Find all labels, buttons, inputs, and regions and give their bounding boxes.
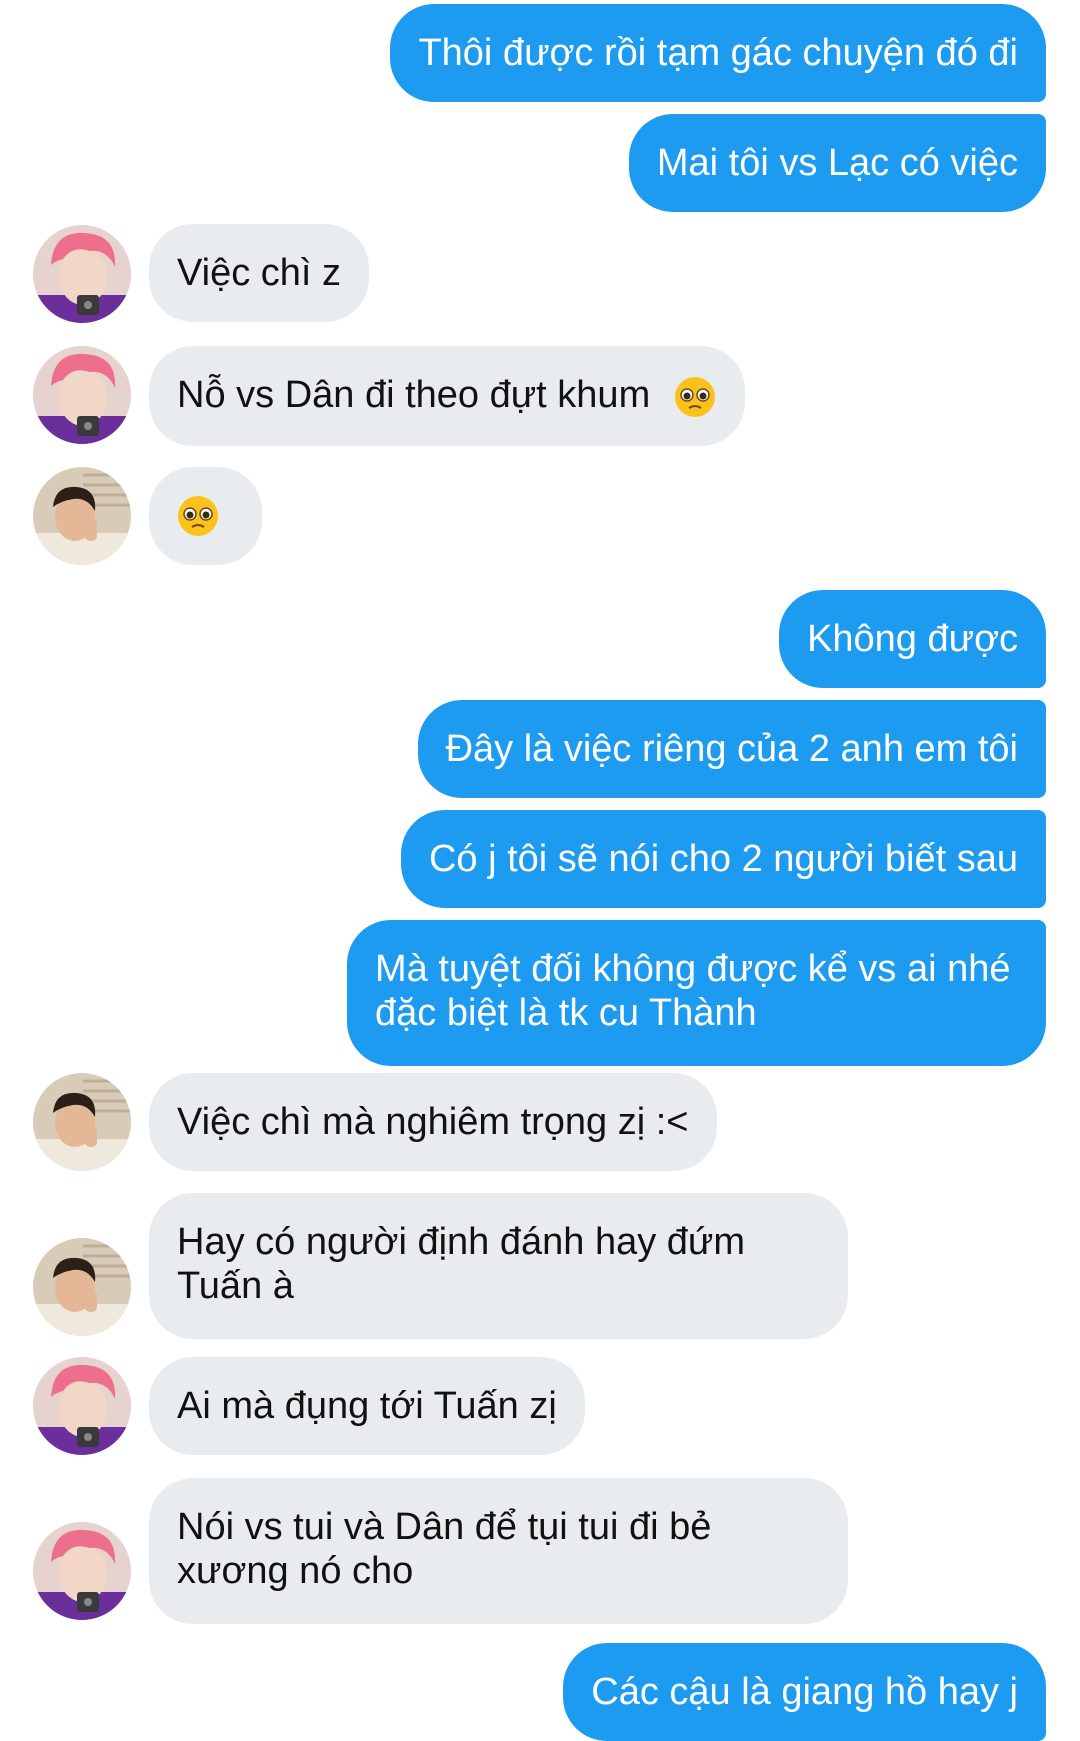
message-text: Các cậu là giang hồ hay j [591, 1671, 1018, 1713]
message-text-line-2: xương nó cho [177, 1550, 414, 1592]
message-bubble-incoming[interactable]: Việc chì mà nghiêm trọng zị :< [149, 1073, 717, 1171]
message-bubble-incoming[interactable]: Nỗ vs Dân đi theo đựt khum [149, 346, 745, 446]
message-text-line-1: Nói vs tui và Dân để tụi tui đi bẻ [177, 1506, 712, 1548]
message-text: Việc chì mà nghiêm trọng zị :< [177, 1101, 689, 1143]
avatar-pink-hair-image [33, 346, 131, 444]
avatar-pink-hair[interactable] [33, 1357, 131, 1455]
message-bubble-outgoing[interactable]: Mai tôi vs Lạc có việc [628, 114, 1046, 212]
avatar-pink-hair-image [33, 225, 131, 323]
message-text: Nỗ vs Dân đi theo đựt khum [177, 374, 651, 416]
message-bubble-outgoing[interactable]: Các cậu là giang hồ hay j [563, 1643, 1046, 1741]
message-bubble-outgoing[interactable]: Đây là việc riêng của 2 anh em tôi [417, 700, 1046, 798]
message-text: Có j tôi sẽ nói cho 2 người biết sau [428, 838, 1018, 880]
message-text: Không được [807, 618, 1018, 660]
avatar-dark-hair[interactable] [33, 467, 131, 565]
message-bubble-incoming[interactable] [149, 467, 262, 565]
message-bubble-incoming[interactable]: Nói vs tui và Dân để tụi tui đi bẻ xương… [149, 1478, 848, 1624]
message-text-line-1: Mà tuyệt đối không được kể vs ai nhé [375, 948, 1011, 990]
message-bubble-outgoing[interactable]: Thôi được rồi tạm gác chuyện đó đi [390, 4, 1046, 102]
message-bubble-outgoing[interactable]: Không được [779, 590, 1046, 688]
chat-thread: Thôi được rồi tạm gác chuyện đó đi Mai t… [0, 0, 1080, 1741]
avatar-pink-hair[interactable] [33, 346, 131, 444]
message-text-line-2: Tuấn à [177, 1265, 294, 1307]
avatar-pink-hair-image [33, 1357, 131, 1455]
message-bubble-incoming[interactable]: Ai mà đụng tới Tuấn zị [149, 1357, 585, 1455]
message-bubble-incoming[interactable]: Hay có người định đánh hay đứm Tuấn à [149, 1193, 848, 1339]
avatar-pink-hair[interactable] [33, 1522, 131, 1620]
pleading-face-emoji-icon [178, 496, 218, 536]
message-bubble-incoming[interactable]: Việc chì z [149, 224, 370, 322]
message-text: Đây là việc riêng của 2 anh em tôi [445, 728, 1018, 770]
message-text: Việc chì z [177, 252, 342, 294]
message-text-line-1: Hay có người định đánh hay đứm [177, 1221, 745, 1263]
avatar-dark-hair[interactable] [33, 1073, 131, 1171]
message-text: Thôi được rồi tạm gác chuyện đó đi [418, 32, 1018, 74]
pleading-face-emoji-icon [674, 376, 715, 417]
message-bubble-outgoing[interactable]: Mà tuyệt đối không được kể vs ai nhé đặc… [347, 920, 1046, 1066]
message-text: Mai tôi vs Lạc có việc [656, 142, 1018, 184]
message-text-line-2: đặc biệt là tk cu Thành [375, 992, 757, 1034]
message-text: Ai mà đụng tới Tuấn zị [177, 1385, 557, 1427]
message-bubble-outgoing[interactable]: Có j tôi sẽ nói cho 2 người biết sau [400, 810, 1046, 908]
avatar-dark-hair[interactable] [33, 1238, 131, 1336]
avatar-pink-hair[interactable] [33, 225, 131, 323]
avatar-pink-hair-image [33, 1522, 131, 1620]
avatar-dark-hair-image [33, 1073, 131, 1171]
avatar-dark-hair-image [33, 1238, 131, 1336]
avatar-dark-hair-image [33, 467, 131, 565]
